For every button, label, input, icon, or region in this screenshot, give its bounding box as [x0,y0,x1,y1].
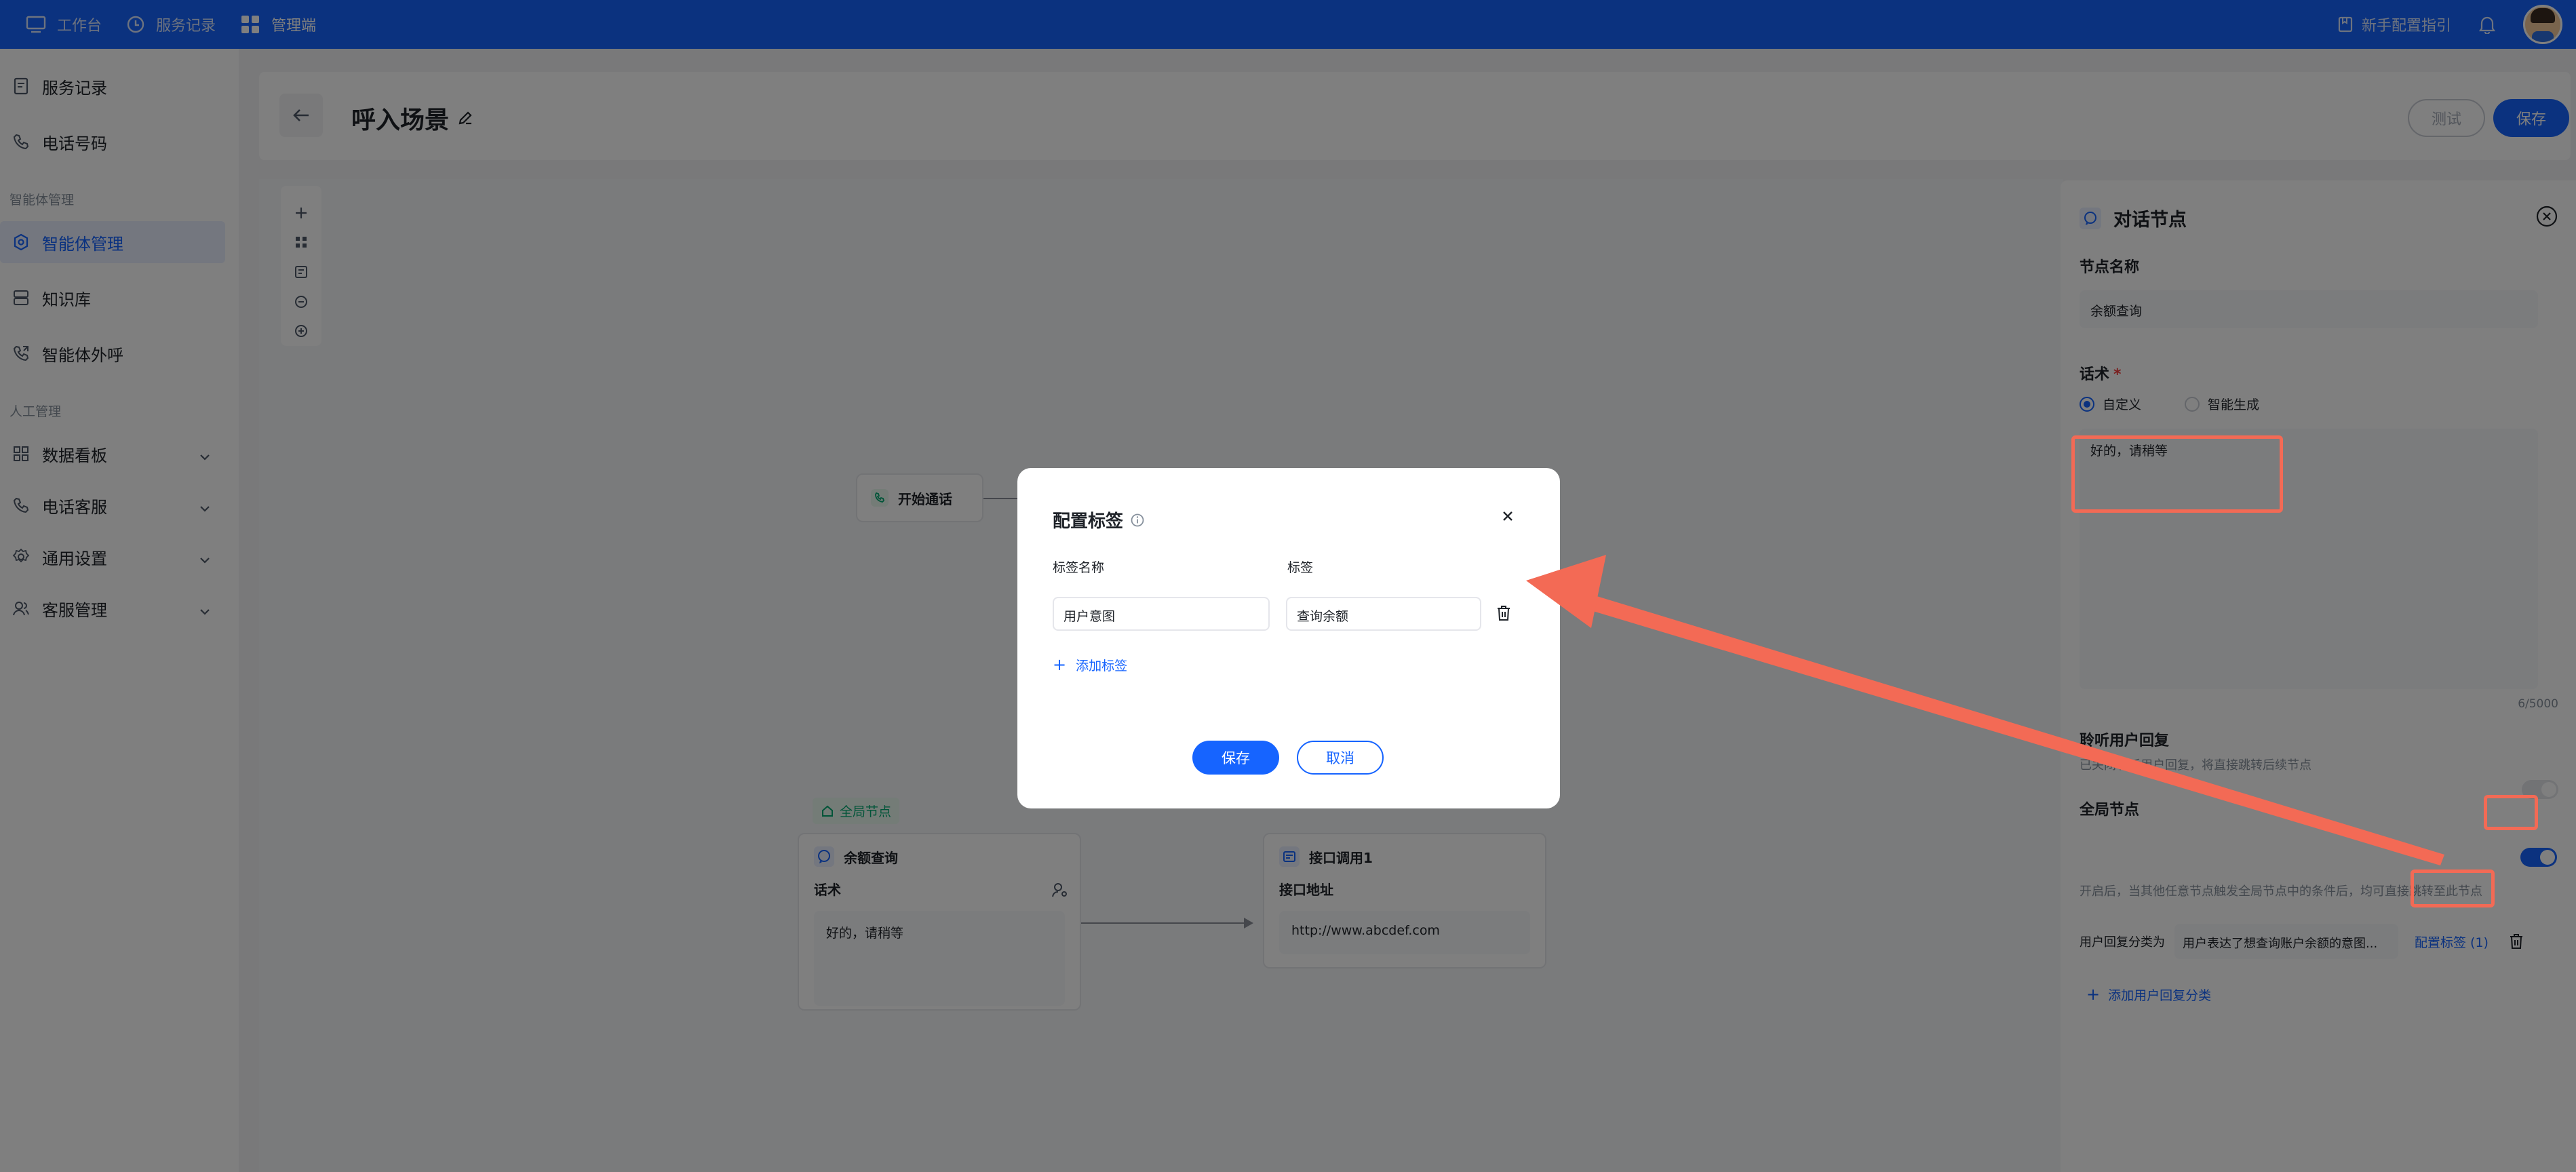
dialog-save-button[interactable]: 保存 [1192,741,1279,775]
tag-value-input[interactable]: 查询余额 [1286,597,1481,631]
add-tag-button[interactable]: + 添加标签 [1053,655,1127,674]
trash-icon[interactable] [1496,605,1511,621]
dialog-title: 配置标签 [1053,507,1145,532]
annotation-highlight-global-toggle [2484,795,2538,830]
tag-name-column-header: 标签名称 [1053,560,1105,575]
tag-column-header: 标签 [1287,560,1314,575]
dialog-cancel-button[interactable]: 取消 [1297,741,1384,775]
configure-tags-dialog: 配置标签 标签名称 标签 用户意图 查询余额 + 添加标签 保存 取消 [1017,468,1560,808]
info-icon[interactable] [1130,513,1145,528]
annotation-highlight-speech [2071,435,2283,513]
annotation-highlight-config-tag [2411,870,2495,907]
plus-icon: + [1053,655,1067,674]
add-tag-label: 添加标签 [1076,658,1128,673]
dialog-title-text: 配置标签 [1053,511,1124,532]
tag-name-input[interactable]: 用户意图 [1053,597,1270,631]
close-icon[interactable] [1500,509,1515,524]
